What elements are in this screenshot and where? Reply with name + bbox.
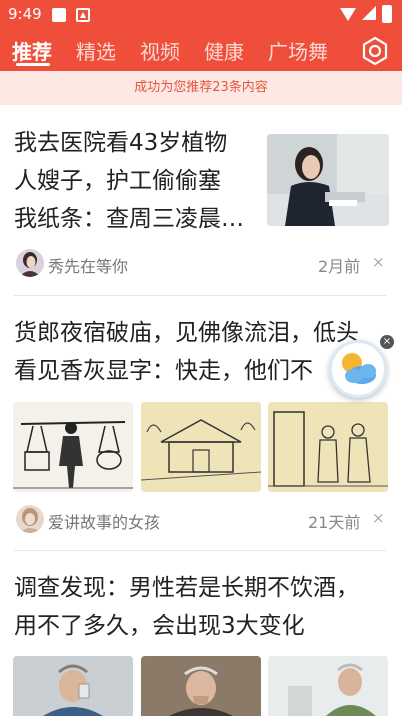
- article-thumbnail-3a[interactable]: [13, 656, 133, 716]
- tab-health[interactable]: 健康: [204, 36, 244, 65]
- author-avatar[interactable]: [16, 249, 44, 277]
- tab-featured[interactable]: 精选: [76, 36, 116, 65]
- article-title-line: 我纸条：查周三凌晨…: [14, 206, 244, 232]
- article-title-line: 调查发现：男性若是长期不饮酒，: [14, 575, 359, 601]
- dismiss-icon[interactable]: ×: [372, 509, 385, 527]
- article-thumbnail-3b[interactable]: [141, 656, 261, 716]
- publish-time: 21天前: [308, 513, 361, 532]
- publish-time: 2月前: [318, 257, 361, 276]
- app-notification-icon: [76, 8, 90, 22]
- article-title-3[interactable]: 调查发现：男性若是长期不饮酒， 用不了多久，会出现3大变化: [14, 569, 394, 645]
- tab-video[interactable]: 视频: [140, 36, 180, 65]
- tab-recommend[interactable]: 推荐: [12, 36, 52, 65]
- category-tabs: 推荐 精选 视频 健康 广场舞: [0, 32, 402, 68]
- article-thumbnail-2a[interactable]: [13, 402, 133, 492]
- divider: [14, 550, 386, 551]
- article-title-1[interactable]: 我去医院看43岁植物 人嫂子，护工偷偷塞 我纸条：查周三凌晨…: [14, 124, 259, 238]
- author-name[interactable]: 秀先在等你: [48, 253, 128, 277]
- wifi-icon: [340, 8, 356, 21]
- article-thumbnail-2b[interactable]: [141, 402, 261, 492]
- article-title-line: 我去医院看43岁植物: [14, 130, 228, 156]
- status-time: 9:49: [8, 5, 42, 23]
- article-thumbnail-3c[interactable]: [268, 656, 388, 716]
- signal-icon: [362, 6, 376, 20]
- author-name[interactable]: 爱讲故事的女孩: [48, 509, 160, 533]
- top-bar: 9:49 推荐 精选 视频 健康 广场舞: [0, 0, 402, 71]
- recommend-banner: 成功为您推荐23条内容: [0, 71, 402, 105]
- partly-cloudy-icon: [342, 353, 376, 384]
- divider: [14, 295, 386, 296]
- dismiss-icon[interactable]: ×: [372, 253, 385, 271]
- article-title-line: 人嫂子，护工偷偷塞: [14, 168, 221, 194]
- settings-icon[interactable]: [360, 36, 390, 66]
- close-icon[interactable]: ×: [380, 335, 394, 349]
- active-tab-indicator: [16, 63, 50, 66]
- battery-icon: [382, 5, 392, 23]
- article-thumbnail-2c[interactable]: [268, 402, 388, 492]
- article-thumbnail-1[interactable]: [267, 134, 389, 226]
- author-avatar[interactable]: [16, 505, 44, 533]
- weather-widget[interactable]: [329, 340, 387, 398]
- notification-icon: [52, 8, 66, 22]
- article-title-line: 用不了多久，会出现3大变化: [14, 613, 305, 639]
- status-bar: 9:49: [0, 0, 402, 30]
- tab-square-dance[interactable]: 广场舞: [268, 36, 328, 65]
